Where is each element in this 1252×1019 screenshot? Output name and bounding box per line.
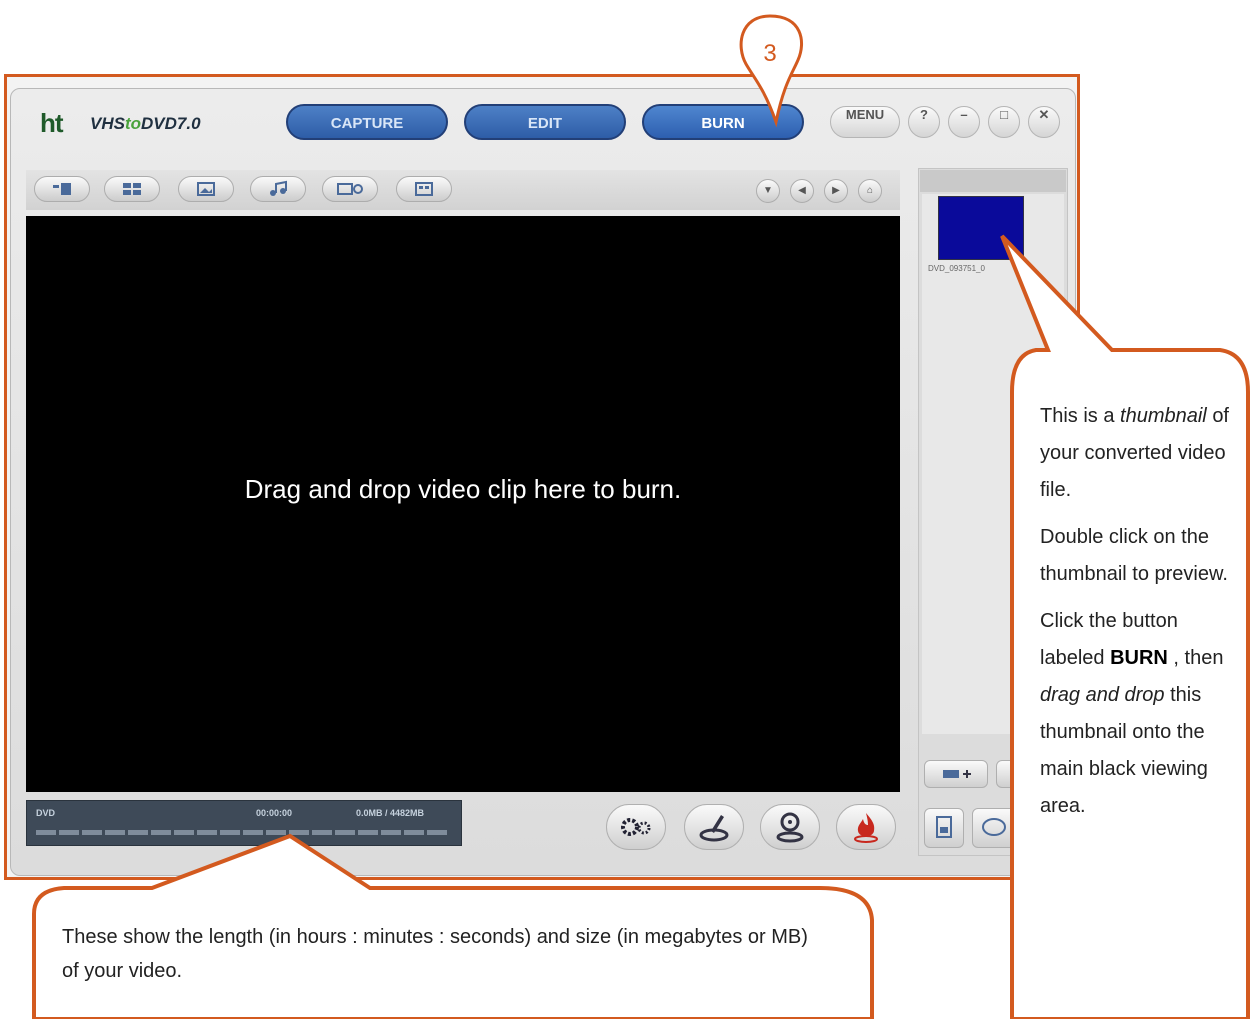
toolbar-menu-settings-button[interactable]: [322, 176, 378, 202]
home-icon: ⌂: [866, 185, 874, 196]
next-button[interactable]: ▶: [824, 179, 848, 203]
drop-hint-text: Drag and drop video clip here to burn.: [244, 474, 682, 504]
layout-icon: [53, 183, 71, 195]
logo-text: VHStoDVD7.0: [90, 114, 201, 133]
callout-paragraph-1: This is a thumbnail of your converted vi…: [1040, 405, 1229, 501]
clip-list-header: [920, 170, 1066, 192]
chevron-right-icon: ▶: [832, 185, 840, 196]
dropdown-button[interactable]: ▼: [756, 179, 780, 203]
disc-label-button[interactable]: [684, 804, 744, 850]
add-clip-icon: [943, 770, 971, 778]
toolbar-preview-button[interactable]: [396, 176, 452, 202]
disc-info-button[interactable]: [760, 804, 820, 850]
start-burn-button[interactable]: [836, 804, 896, 850]
chevron-left-icon: ◀: [798, 185, 806, 196]
maximize-button[interactable]: □: [988, 106, 1020, 138]
logo-mark: ht: [40, 108, 64, 138]
callout-paragraph-2: Double click on the thumbnail to preview…: [1040, 526, 1228, 585]
disc-stack-icon: [776, 812, 804, 843]
thumbnail-callout-text: This is a thumbnail of your converted vi…: [1040, 398, 1236, 835]
sns-icon: [982, 818, 1006, 836]
disc-status-bar: [26, 800, 462, 846]
minimize-button[interactable]: –: [948, 106, 980, 138]
toolbar-layout-button[interactable]: [34, 176, 90, 202]
video-thumbnail[interactable]: [938, 196, 1024, 260]
add-clip-button[interactable]: [924, 760, 988, 788]
app-logo: ht VHStoDVD7.0: [40, 108, 280, 138]
document-icon: [936, 816, 952, 838]
share-sns-button[interactable]: [972, 808, 1016, 848]
toolbar-background-image-button[interactable]: [178, 176, 234, 202]
flame-icon: [854, 813, 878, 843]
music-icon: [270, 180, 287, 196]
status-callout-text: These show the length (in hours : minute…: [62, 926, 808, 982]
previous-button[interactable]: ◀: [790, 179, 814, 203]
toolbar-menu-template-button[interactable]: [104, 176, 160, 202]
image-icon: [197, 182, 215, 196]
pen-disc-icon: [699, 815, 729, 842]
capture-tab-button[interactable]: CAPTURE: [286, 104, 448, 140]
gears-icon: [621, 818, 651, 836]
video-length-readout: 00:00:00: [256, 808, 293, 818]
toolbar-music-button[interactable]: [250, 176, 306, 202]
close-button[interactable]: ✕: [1028, 106, 1060, 138]
help-button[interactable]: ?: [908, 106, 940, 138]
disc-type-label: DVD: [36, 808, 56, 818]
menu-template-icon: [123, 183, 141, 195]
edit-tab-button[interactable]: EDIT: [464, 104, 626, 140]
settings-button[interactable]: [606, 804, 666, 850]
step-number: 3: [763, 40, 777, 67]
menu-settings-icon: [337, 183, 363, 195]
menu-button[interactable]: MENU: [830, 106, 900, 138]
chevron-down-icon: ▼: [763, 185, 773, 196]
home-button[interactable]: ⌂: [858, 179, 882, 203]
video-size-readout: 0.0MB / 4482MB: [356, 808, 425, 818]
callout-paragraph-3: Click the button labeled BURN , then dra…: [1040, 610, 1224, 817]
thumbnail-label: DVD_093751_0: [928, 264, 985, 273]
clip-properties-button[interactable]: [924, 808, 964, 848]
burn-tab-button[interactable]: BURN: [642, 104, 804, 140]
remove-clip-button[interactable]: [996, 760, 1016, 788]
preview-icon: [415, 182, 433, 196]
disc-capacity-bar: [36, 830, 450, 835]
